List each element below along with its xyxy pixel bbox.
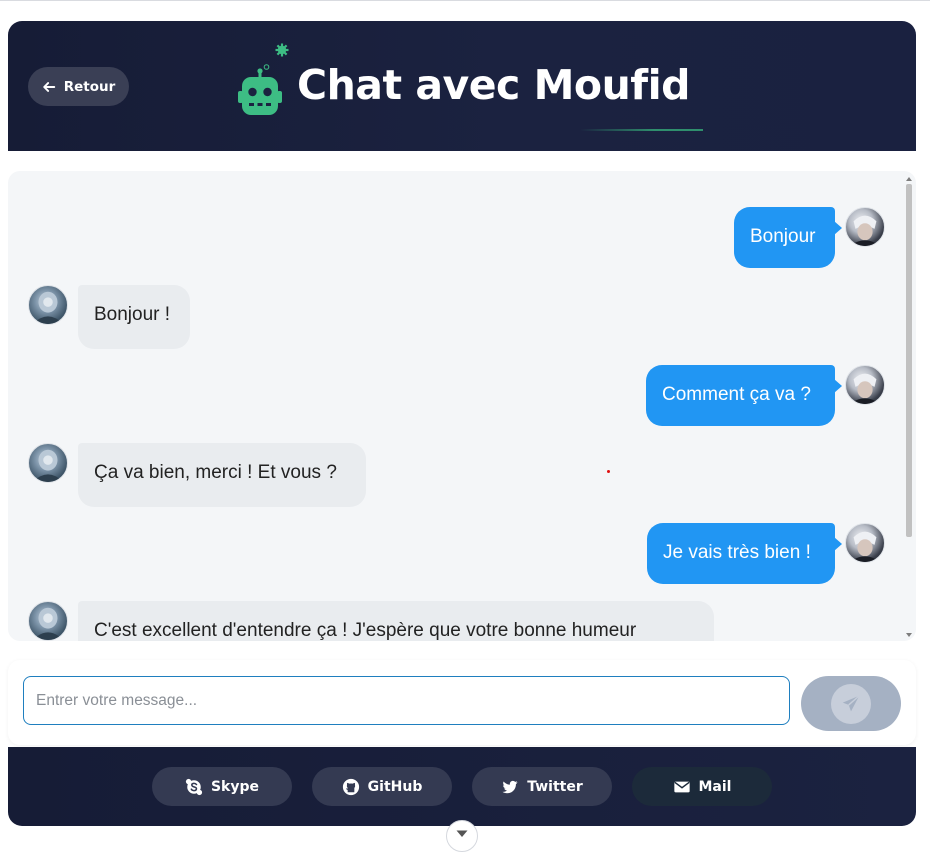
bot-avatar [28, 601, 68, 641]
chat-scrollbar[interactable] [904, 171, 914, 641]
robot-icon [238, 43, 289, 115]
twitter-link[interactable]: Twitter [472, 767, 612, 806]
footer: Skype GitHub Twitter Mail [8, 747, 916, 826]
message-bubble: Comment ça va ? [646, 365, 842, 426]
user-avatar [845, 207, 885, 247]
send-button[interactable] [801, 676, 901, 731]
chat-header: Retour Chat avec Moufid [8, 21, 916, 151]
top-border [0, 0, 930, 1]
twitter-label: Twitter [527, 778, 583, 795]
user-avatar [845, 523, 885, 563]
chat-messages[interactable]: Bonjour Bonjour ! Comment ça va ? Ça va … [8, 171, 916, 641]
paper-plane-icon [842, 694, 860, 711]
scroll-up-arrow-icon[interactable] [906, 177, 912, 181]
bot-avatar [28, 443, 68, 483]
message-bubble: Bonjour ! [78, 285, 190, 349]
back-button[interactable]: Retour [28, 67, 129, 106]
envelope-icon [673, 781, 690, 792]
message-bubble: Bonjour [734, 207, 842, 268]
skype-link[interactable]: Skype [152, 767, 292, 806]
mail-link[interactable]: Mail [632, 767, 772, 806]
message-bubble: C'est excellent d'entendre ça ! J'espère… [78, 601, 714, 641]
github-label: GitHub [367, 778, 423, 795]
back-button-label: Retour [63, 78, 116, 95]
github-link[interactable]: GitHub [312, 767, 452, 806]
user-avatar [845, 365, 885, 405]
composer [8, 660, 916, 745]
scrollbar-thumb[interactable] [906, 184, 912, 537]
title-underline [580, 129, 703, 131]
chevron-down-icon [456, 830, 468, 837]
message-bubble: Ça va bien, merci ! Et vous ? [78, 443, 366, 507]
twitter-icon [502, 780, 518, 793]
message-input[interactable] [23, 676, 790, 725]
page-title: Chat avec Moufid [297, 61, 691, 109]
arrow-left-icon [42, 81, 55, 92]
skype-label: Skype [210, 778, 260, 795]
scroll-to-bottom-button[interactable] [446, 820, 478, 852]
skype-icon [185, 778, 203, 795]
message-bubble: Je vais très bien ! [647, 523, 842, 584]
mail-label: Mail [698, 778, 732, 795]
bot-avatar [28, 285, 68, 325]
gear-icon [275, 43, 289, 57]
send-icon-circle [831, 683, 871, 724]
github-icon [342, 778, 359, 795]
scroll-down-arrow-icon[interactable] [906, 633, 912, 637]
cursor-dot [607, 470, 610, 473]
